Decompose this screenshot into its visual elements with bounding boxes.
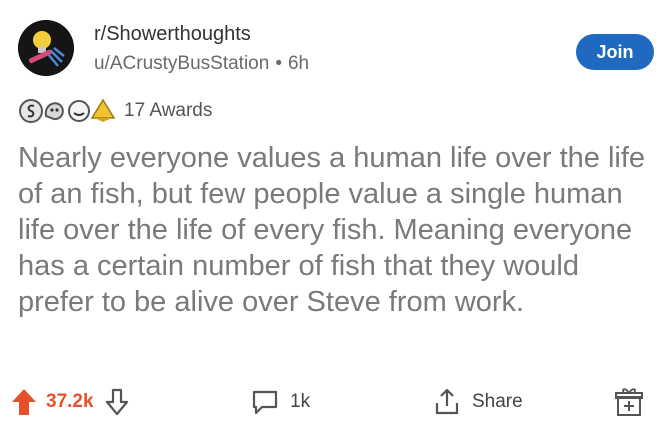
share-button[interactable]: Share [432, 380, 523, 424]
action-bar: 37.2k 1k Share [0, 380, 669, 424]
separator-dot: • [275, 53, 282, 74]
vote-group: 37.2k [10, 380, 130, 424]
awards-row[interactable]: 17 Awards [18, 97, 212, 125]
join-button[interactable]: Join [576, 34, 654, 70]
upvote-count: 37.2k [46, 391, 94, 412]
post-header: r/Showerthoughts u/ACrustyBusStation • 6h … [18, 20, 654, 82]
gift-award-icon [615, 388, 643, 416]
award-silver-icon [19, 99, 43, 123]
comment-icon [252, 390, 278, 415]
comments-button[interactable]: 1k [250, 380, 310, 424]
share-icon [435, 388, 459, 415]
subreddit-icon[interactable] [18, 20, 74, 76]
award-wholesome-icon [44, 102, 64, 121]
upvote-icon[interactable] [10, 387, 38, 417]
author-name[interactable]: u/ACrustyBusStation [94, 53, 269, 74]
post-title[interactable]: Nearly everyone values a human life over… [18, 140, 658, 320]
comment-count: 1k [290, 391, 311, 412]
give-award-button[interactable] [614, 380, 644, 424]
post-age: 6h [287, 53, 310, 74]
post-meta: r/Showerthoughts u/ACrustyBusStation • 6h [94, 22, 309, 78]
award-helpful-icon [68, 100, 90, 122]
downvote-icon[interactable] [104, 387, 130, 417]
author-line: u/ACrustyBusStation • 6h [94, 50, 309, 78]
subreddit-name[interactable]: r/Showerthoughts [94, 22, 309, 46]
awards-count: 17 Awards [124, 100, 213, 121]
share-label: Share [472, 391, 523, 412]
award-gold-icon [90, 98, 116, 122]
